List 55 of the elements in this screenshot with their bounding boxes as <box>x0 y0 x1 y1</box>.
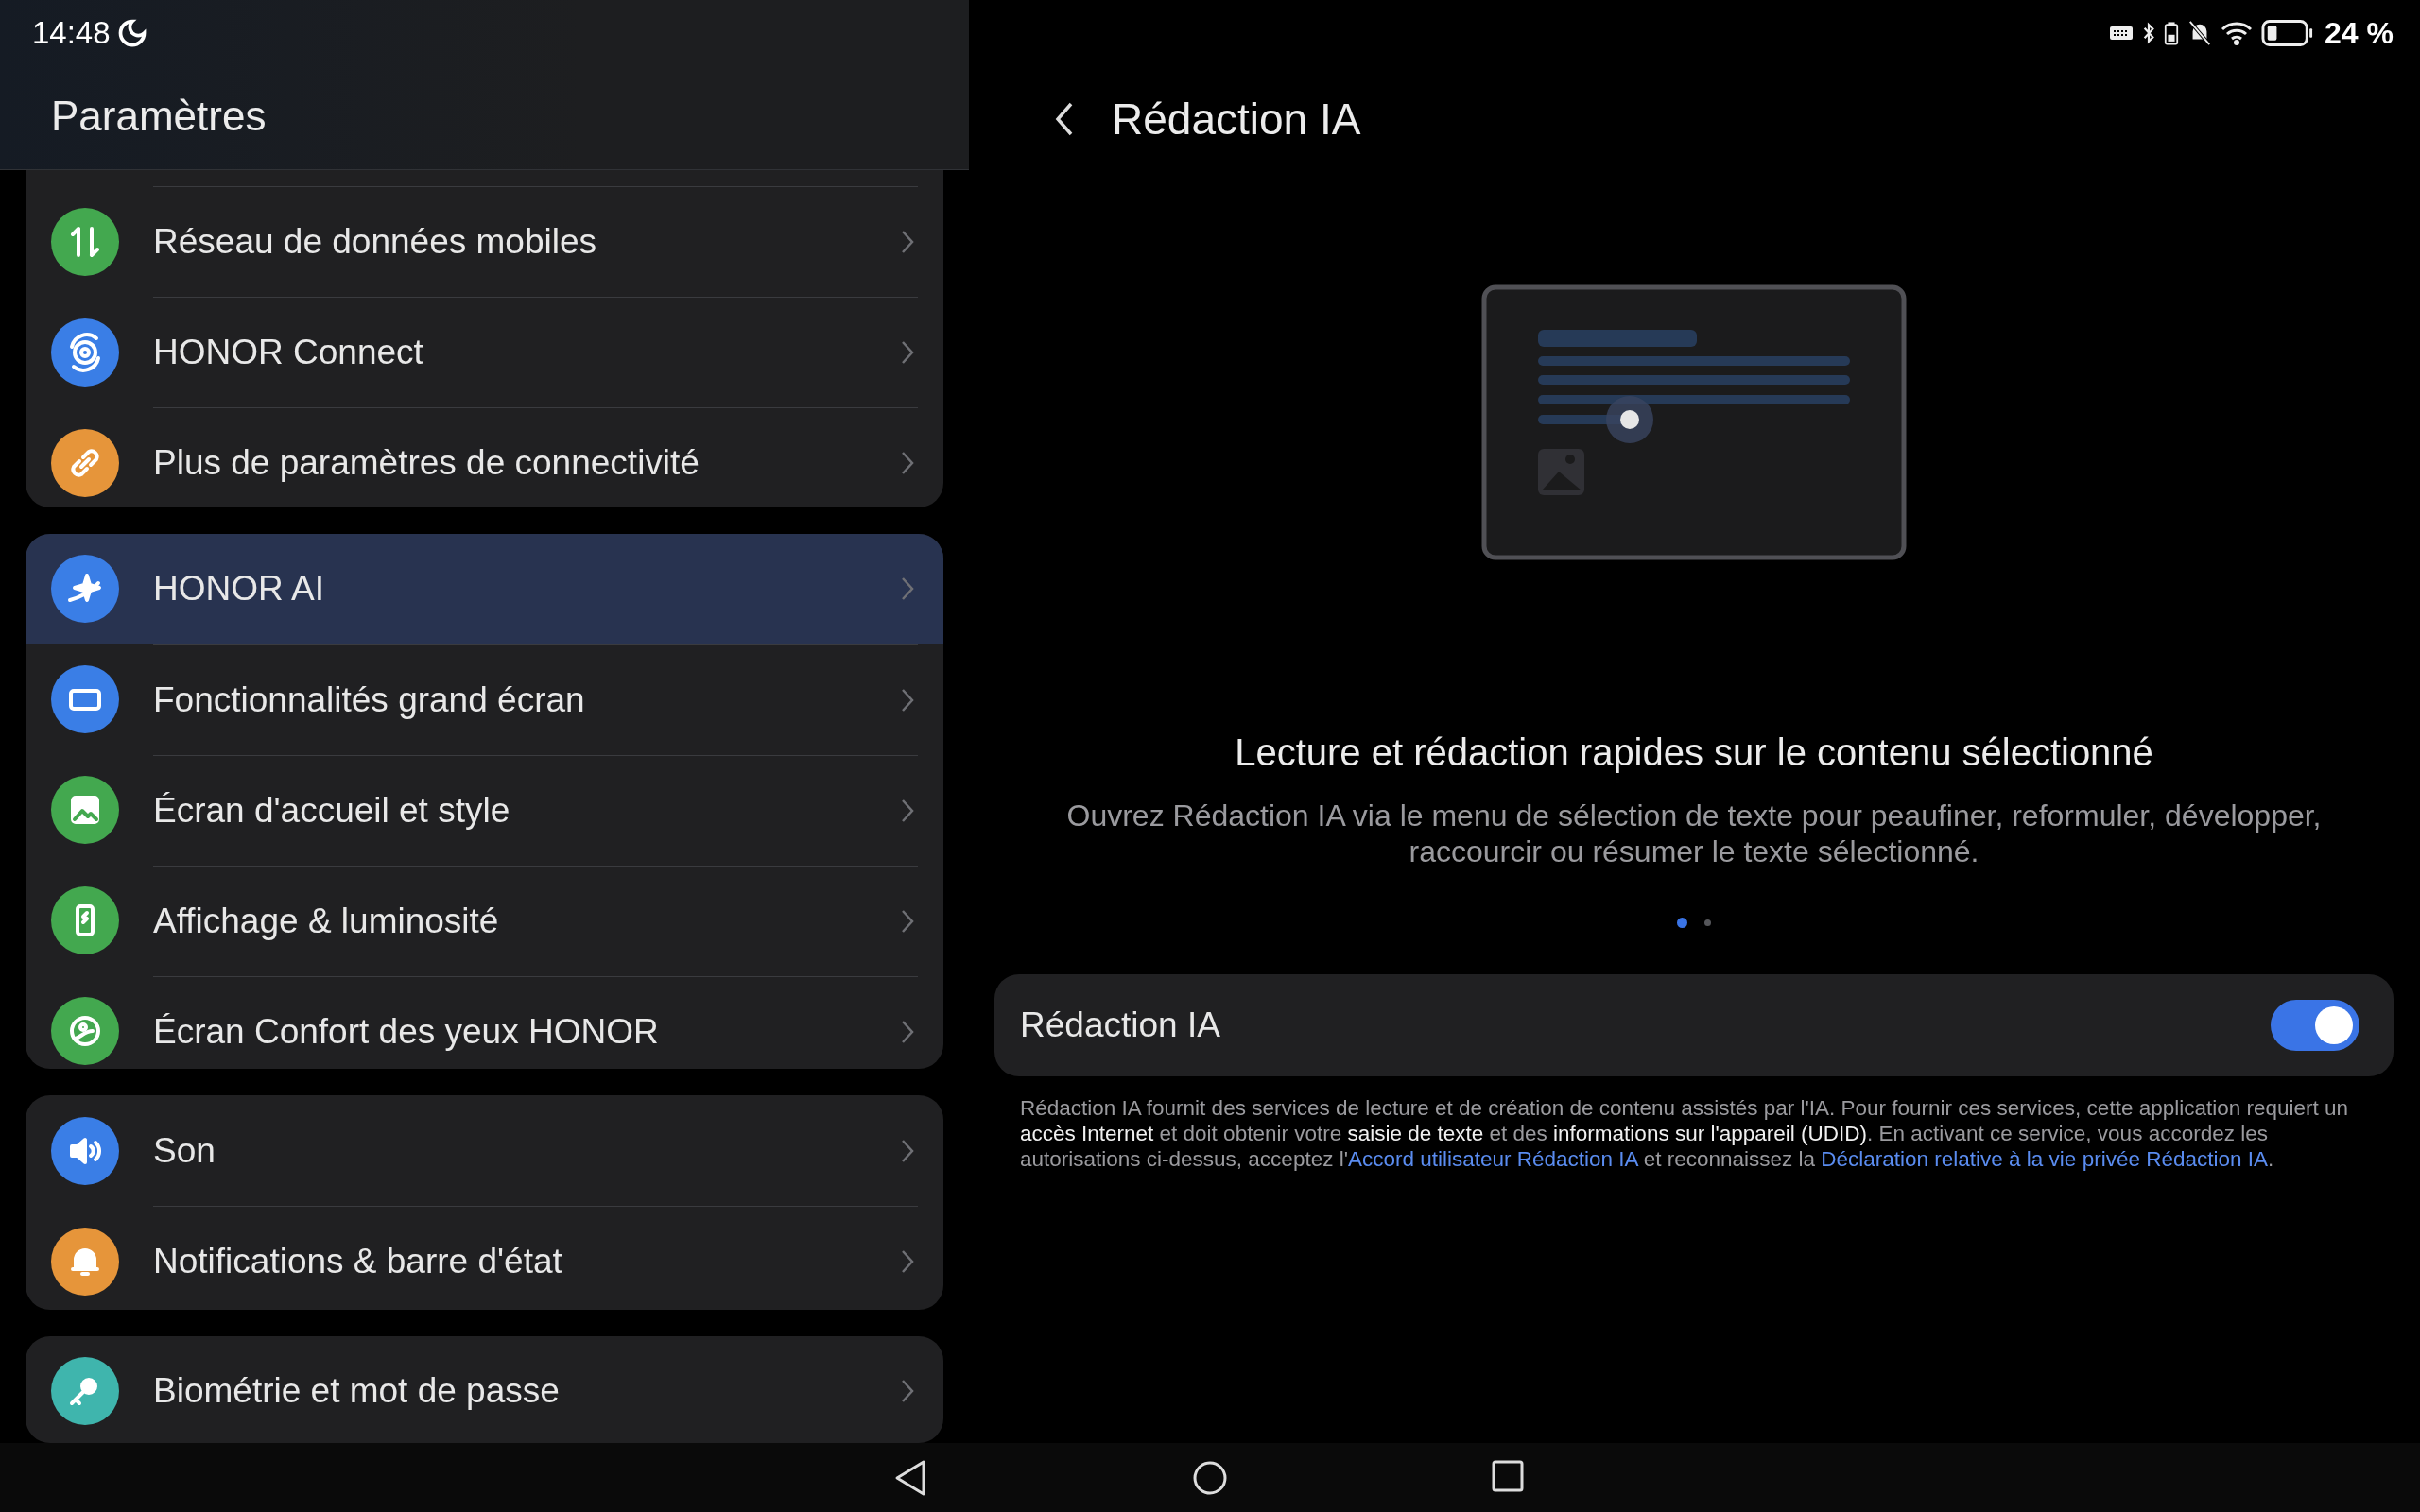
status-time: 14:48 <box>32 15 111 51</box>
back-nav-icon[interactable] <box>893 1459 927 1497</box>
settings-item[interactable]: Biométrie et mot de passe <box>26 1335 943 1443</box>
policy-link[interactable]: Accord utilisateur Rédaction IA <box>1347 1147 1638 1171</box>
settings-item[interactable]: Écran d'accueil et style <box>26 754 943 866</box>
settings-item[interactable]: Plus de paramètres de connectivité <box>26 407 943 507</box>
chevron-right-icon <box>901 798 914 823</box>
settings-item-label: Notifications & barre d'état <box>153 1242 562 1282</box>
chevron-right-icon <box>901 1138 914 1163</box>
feature-heading: Lecture et rédaction rapides sur le contenu sélectionné <box>1235 731 2153 774</box>
settings-item-label: Réseau de données mobiles <box>153 222 596 262</box>
keyboard-icon <box>2109 24 2135 43</box>
settings-item[interactable]: Fonctionnalités grand écran <box>26 644 943 755</box>
recents-nav-icon[interactable] <box>1491 1459 1525 1493</box>
page-title: Paramètres <box>51 93 268 140</box>
disclaimer-text: Rédaction IA fournit des services de lecture et de création de contenu assistés par l'IA. Pour fournir ces services, cette application requiert un accès Internet et doit obtenir votre saisie de texte et des informations sur l'appareil (UDID). En activant ce service, vous accordez les autorisations ci-dessus, acceptez l'Accord utilisateur Rédaction IA et reconnaissez la Déclaration relative à la vie privée Rédaction IA. <box>1019 1095 2350 1172</box>
chevron-right-icon <box>901 576 914 602</box>
settings-item-label: Fonctionnalités grand écran <box>153 679 585 720</box>
page-title: Rédaction IA <box>1112 94 1361 145</box>
settings-item-label: Son <box>153 1130 216 1171</box>
chevron-right-icon <box>901 687 914 713</box>
battery-percentage: 24 % <box>2325 15 2394 51</box>
settings-item[interactable]: HONOR Connect <box>26 297 943 407</box>
chevron-right-icon <box>901 1249 914 1275</box>
back-icon[interactable] <box>1055 102 1074 136</box>
settings-item-label: HONOR Connect <box>153 333 424 372</box>
settings-item[interactable]: Affichage & luminosité <box>26 865 943 976</box>
settings-item-label: Plus de paramètres de connectivité <box>153 443 700 483</box>
settings-item-label: Affichage & luminosité <box>153 901 499 941</box>
policy-link[interactable]: Déclaration relative à la vie privée Rédaction IA <box>1821 1147 2268 1171</box>
chevron-right-icon <box>901 340 914 365</box>
chevron-right-icon <box>901 1019 914 1044</box>
settings-item[interactable]: Notifications & barre d'état <box>26 1206 943 1310</box>
battery-icon <box>2261 19 2315 47</box>
settings-item-label: Biométrie et mot de passe <box>153 1371 560 1412</box>
muted-bell-icon <box>2187 19 2213 47</box>
settings-item-label: HONOR AI <box>153 569 324 610</box>
settings-item[interactable]: Réseau de données mobiles <box>26 186 943 297</box>
bluetooth-icon <box>2142 20 2156 46</box>
switch-label: Rédaction IA <box>1020 1005 1220 1045</box>
home-nav-icon[interactable] <box>1191 1459 1229 1497</box>
chevron-right-icon <box>901 1379 914 1404</box>
settings-item[interactable]: HONOR AI <box>26 533 943 644</box>
wifi-icon <box>2221 20 2254 46</box>
settings-item-label: Écran Confort des yeux HONOR <box>153 1011 659 1052</box>
moon-icon <box>117 19 147 47</box>
chevron-right-icon <box>901 230 914 254</box>
chevron-right-icon <box>901 908 914 934</box>
feature-description: Ouvrez Rédaction IA via le menu de sélection de texte pour peaufiner, reformuler, développer, raccourcir ou résumer le texte sélectionné. <box>1065 798 2323 869</box>
chevron-right-icon <box>901 451 914 475</box>
settings-item[interactable]: Écran Confort des yeux HONOR <box>26 975 943 1070</box>
settings-item-label: Écran d'accueil et style <box>153 790 510 831</box>
settings-item[interactable]: Son <box>26 1095 943 1207</box>
battery-vibrate-icon <box>2164 19 2180 47</box>
toggle-switch[interactable] <box>2271 1000 2360 1051</box>
